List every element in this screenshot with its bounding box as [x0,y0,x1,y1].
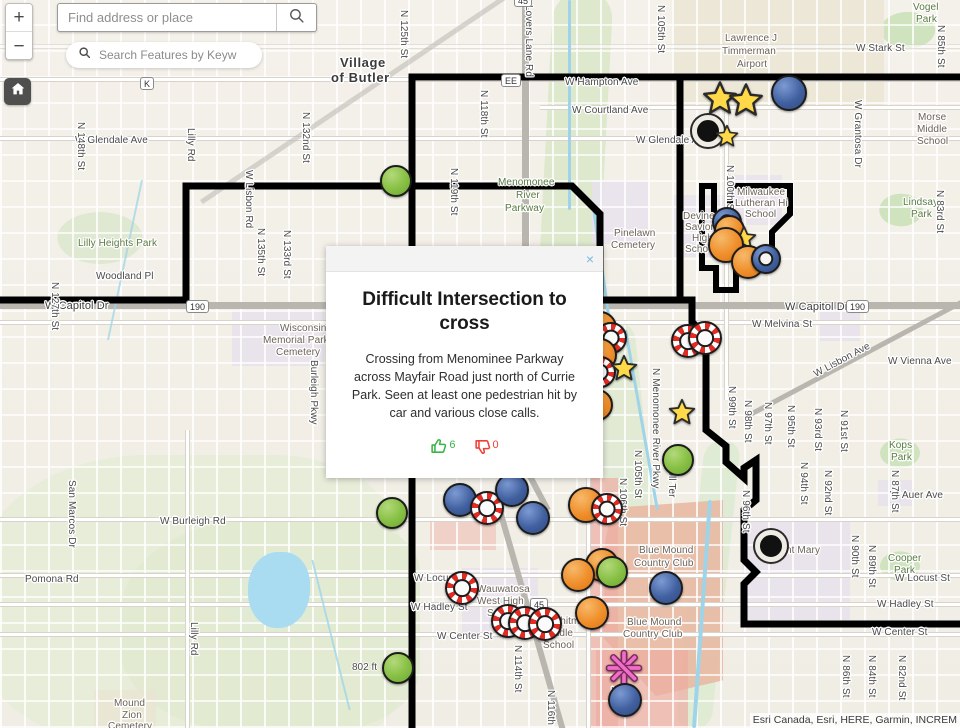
keyword-search-widget[interactable]: Search Features by Keyw [66,42,262,68]
lav-small-1 [878,480,912,506]
map-attribution: Esri Canada, Esri, HERE, Garmin, INCREM [749,713,960,728]
thumbs-up-icon [430,438,447,460]
map-marker-black-icon[interactable] [755,530,787,562]
road-w-hadley-st [0,602,960,607]
map-marker-ring-icon[interactable] [528,607,562,641]
downvote-count: 0 [492,439,499,452]
search-input[interactable] [58,4,276,31]
popup-header: × [326,246,603,272]
map-marker-ring-icon[interactable] [445,571,479,605]
map-marker-blue-icon[interactable] [771,75,807,111]
pond-polygon [248,552,310,628]
zoom-controls[interactable]: + − [5,3,33,60]
scale-bar: 802 ft [352,662,378,673]
zoom-in-button[interactable]: + [6,4,32,32]
popup-body: Difficult Intersection to cross Crossing… [326,272,603,478]
map-marker-ring-icon[interactable] [688,321,722,355]
home-icon [10,81,26,102]
zoom-out-button[interactable]: − [6,32,32,59]
map-marker-blue-icon[interactable] [608,683,642,717]
route-shield-k: K [140,77,155,90]
route-shield-190-right: 190 [846,300,870,313]
road-w-glendale-ave [0,136,960,141]
menomonee-river-north [568,0,571,210]
search-button[interactable] [276,4,316,31]
home-button[interactable] [4,78,31,105]
downvote-button[interactable]: 0 [474,438,499,460]
route-shield-45-top: 45 [514,0,533,7]
map-marker-orange-icon[interactable] [575,596,609,630]
map-marker-orange-icon[interactable] [561,558,595,592]
map-marker-star-icon[interactable] [728,82,764,118]
map-marker-green-icon[interactable] [380,165,412,197]
vote-row: 6 0 [346,438,583,460]
road-lilly-rd [185,430,190,728]
route-shield-190-left: 190 [186,300,210,313]
map-marker-star-icon[interactable] [610,354,638,382]
search-icon [288,7,305,29]
popup-title: Difficult Intersection to cross [362,289,567,335]
keyword-search-placeholder[interactable]: Search Features by Keyw [99,48,236,62]
map-marker-star-icon[interactable] [668,398,696,426]
thumbs-down-icon [474,438,491,460]
feature-popup[interactable]: × Difficult Intersection to cross Crossi… [326,246,603,479]
wisconsin-memorial-cemetery-polygon [232,310,324,366]
map-marker-green-icon[interactable] [382,652,414,684]
map-marker-green-icon[interactable] [376,497,408,529]
map-marker-green-icon[interactable] [662,444,694,476]
search-icon [78,46,91,64]
address-search-bar[interactable] [57,3,317,32]
mound-zion-cemetery-polygon [94,690,156,728]
highway-45 [522,0,529,250]
map-marker-ring-icon[interactable] [591,493,623,525]
route-shield-ee: EE [501,74,522,87]
popup-description: Crossing from Menominee Parkway across M… [351,351,578,420]
map-marker-blue-icon[interactable] [649,571,683,605]
upvote-count: 6 [449,439,456,452]
map-marker-green-icon[interactable] [596,556,628,588]
map-marker-asterisk-icon[interactable] [605,649,643,687]
map-marker-blue-icon[interactable] [516,501,550,535]
pinelawn-cemetery-polygon [592,180,648,244]
map-marker-star-icon[interactable] [715,124,739,148]
creek-northwest [106,180,144,340]
upvote-button[interactable]: 6 [430,438,456,460]
close-icon[interactable]: × [586,252,594,266]
map-application: Village of Butler Lawrence J Timmerman Airpo… [0,0,960,728]
map-marker-donut-icon[interactable] [751,244,781,274]
road-w-locust-st [0,573,960,578]
road-w-center-st [0,632,960,637]
